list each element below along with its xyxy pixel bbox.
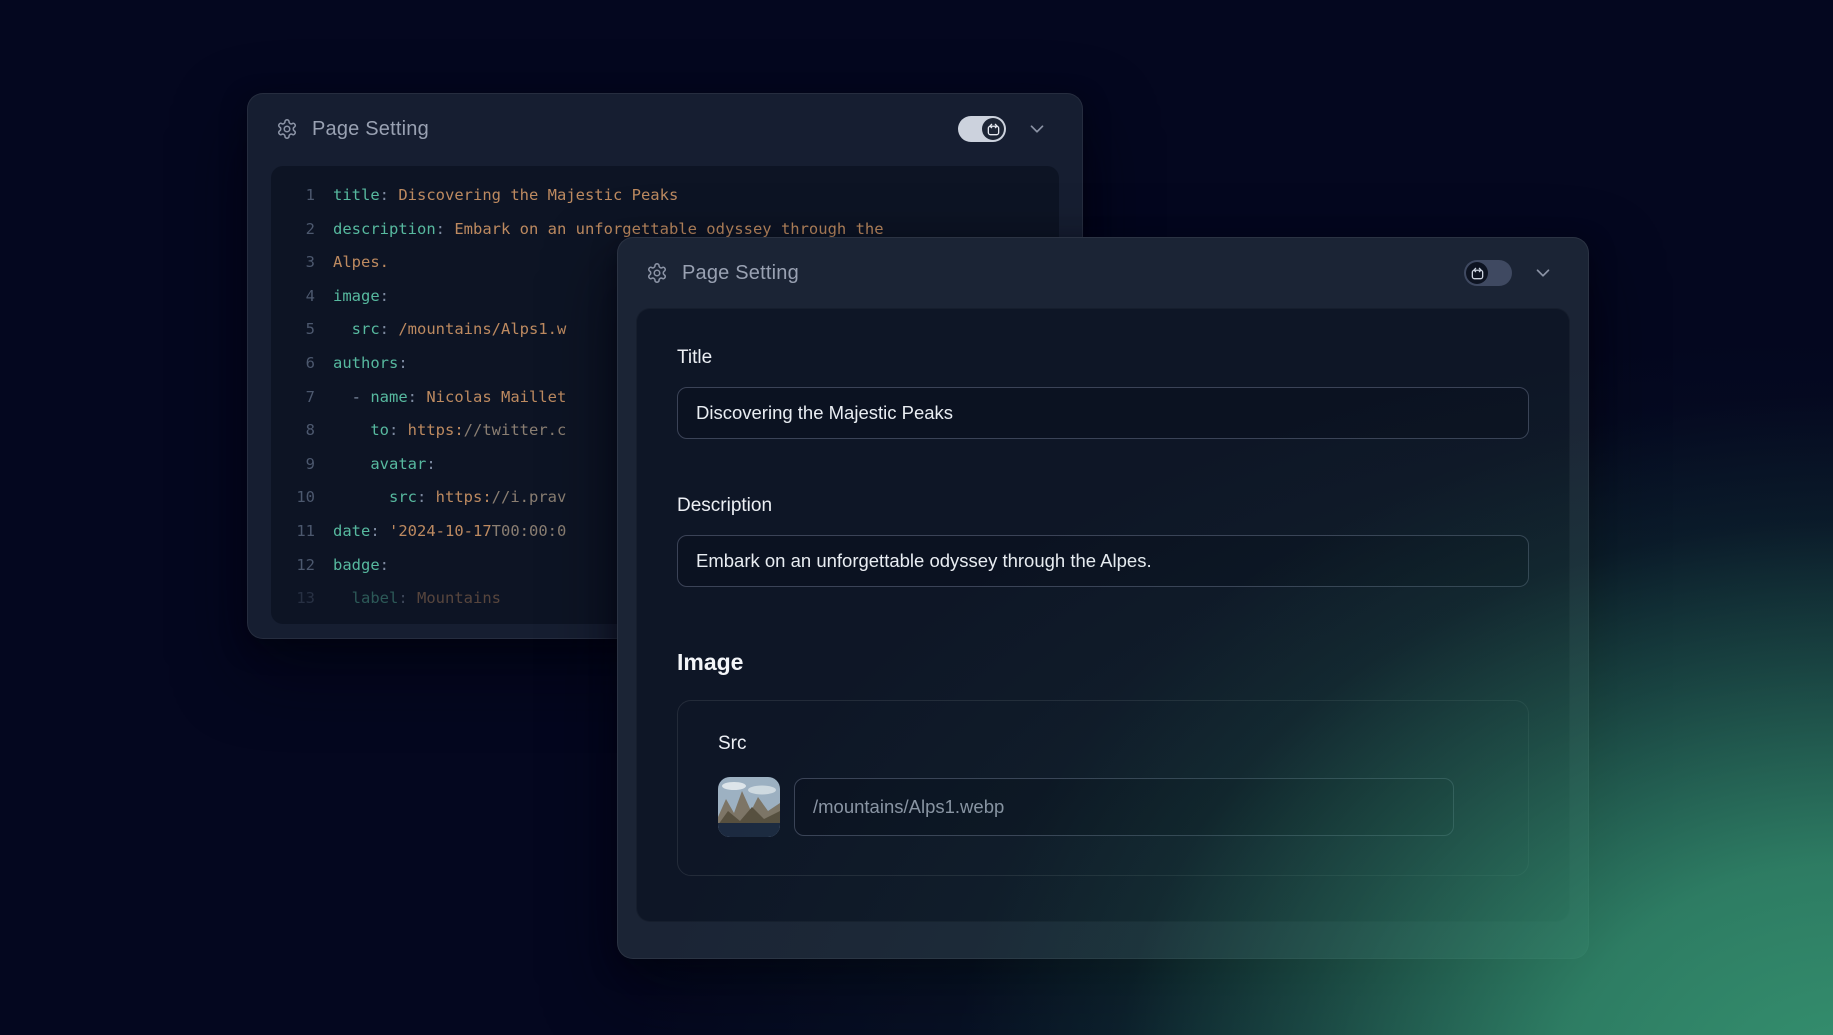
code-square-icon [982, 118, 1004, 140]
code-text: - name: Nicolas Maillet [315, 381, 566, 415]
image-section-heading: Image [677, 649, 1529, 676]
panel-title: Page Setting [312, 118, 429, 141]
description-label: Description [677, 495, 1529, 517]
title-label: Title [677, 347, 1529, 369]
code-text: title: Discovering the Majestic Peaks [315, 179, 678, 213]
form-card: Title Description Image Src [636, 308, 1570, 922]
line-number: 11 [271, 515, 315, 549]
gear-icon [276, 118, 298, 140]
image-card: Src [677, 700, 1529, 876]
line-number: 1 [271, 179, 315, 213]
line-number: 9 [271, 448, 315, 482]
image-src-input[interactable] [794, 778, 1454, 836]
code-text: label: Mountains [315, 582, 501, 616]
code-text: src: https://i.prav [315, 481, 566, 515]
code-text: to: https://twitter.c [315, 414, 566, 448]
line-number: 8 [271, 414, 315, 448]
description-input[interactable] [677, 535, 1529, 587]
code-text: Alpes. [315, 246, 389, 280]
line-number: 5 [271, 313, 315, 347]
page-background: Page Setting 1title: Discovering the Maj… [0, 0, 1833, 1035]
line-number: 13 [271, 582, 315, 616]
line-number: 2 [271, 213, 315, 247]
line-number: 10 [271, 481, 315, 515]
code-text: authors: [315, 347, 408, 381]
chevron-down-icon[interactable] [1532, 262, 1554, 284]
panel-title: Page Setting [682, 262, 799, 285]
title-input[interactable] [677, 387, 1529, 439]
code-view-toggle[interactable] [1464, 260, 1512, 286]
src-label: Src [718, 733, 1488, 755]
line-number: 3 [271, 246, 315, 280]
code-view-toggle[interactable] [958, 116, 1006, 142]
gear-icon [646, 262, 668, 284]
line-number: 12 [271, 549, 315, 583]
code-text: date: '2024-10-17T00:00:0 [315, 515, 566, 549]
page-setting-panel-form: Page Setting Title Description [617, 237, 1589, 959]
code-line: 1title: Discovering the Majestic Peaks [271, 179, 1059, 213]
code-text: image: [315, 280, 389, 314]
code-text: avatar: [315, 448, 436, 482]
code-text: src: /mountains/Alps1.w [315, 313, 566, 347]
line-number: 7 [271, 381, 315, 415]
code-square-icon [1466, 262, 1488, 284]
image-thumbnail [718, 777, 780, 837]
code-text: badge: [315, 549, 389, 583]
panel-header: Page Setting [618, 238, 1588, 308]
chevron-down-icon[interactable] [1026, 118, 1048, 140]
panel-header: Page Setting [248, 94, 1082, 164]
line-number: 6 [271, 347, 315, 381]
line-number: 4 [271, 280, 315, 314]
